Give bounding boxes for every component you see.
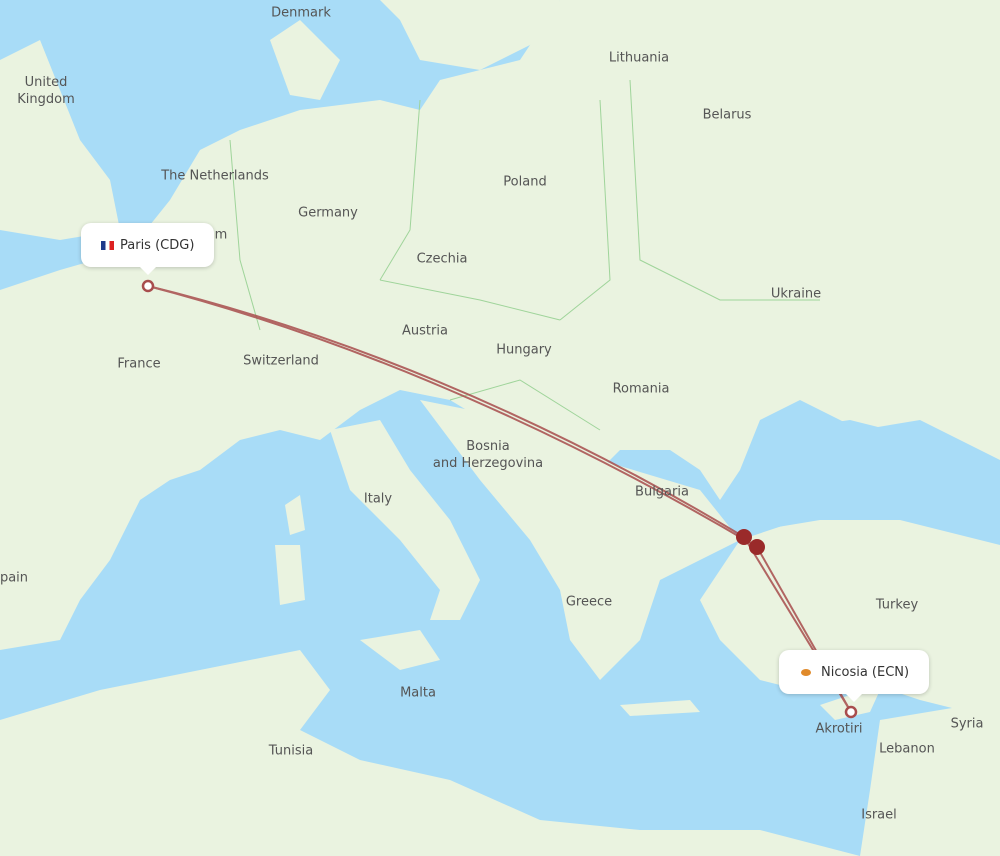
stop-marker[interactable] <box>736 529 752 545</box>
france-flag-icon <box>101 240 114 250</box>
label-turkey: Turkey <box>875 597 919 613</box>
label-poland: Poland <box>503 174 547 190</box>
label-united-kingdom: United Kingdom <box>17 75 75 107</box>
stop-marker[interactable] <box>749 539 765 555</box>
label-switzerland: Switzerland <box>243 353 319 369</box>
label-belgium-partial: m <box>214 227 228 243</box>
label-austria: Austria <box>402 323 448 339</box>
label-lithuania: Lithuania <box>608 50 670 66</box>
label-israel: Israel <box>861 807 897 823</box>
label-lebanon: Lebanon <box>879 741 935 757</box>
destination-tooltip[interactable]: Nicosia (ECN) <box>779 650 930 702</box>
label-france: France <box>117 356 161 372</box>
label-akrotiri: Akrotiri <box>815 721 863 737</box>
label-germany: Germany <box>298 205 358 221</box>
origin-pin[interactable] <box>141 279 155 293</box>
label-italy: Italy <box>363 491 393 507</box>
label-romania: Romania <box>612 381 670 397</box>
destination-pin[interactable] <box>844 705 858 719</box>
label-belarus: Belarus <box>702 107 752 123</box>
origin-label: Paris (CDG) <box>120 237 195 253</box>
label-bosnia: Bosnia and Herzegovina <box>432 439 544 471</box>
label-denmark: Denmark <box>271 5 331 21</box>
label-ukraine: Ukraine <box>770 286 822 302</box>
label-the-netherlands: The Netherlands <box>161 168 269 184</box>
label-tunisia: Tunisia <box>268 743 314 759</box>
label-bulgaria: Bulgaria <box>635 484 689 500</box>
origin-tooltip[interactable]: Paris (CDG) <box>81 223 215 275</box>
label-syria: Syria <box>950 716 984 732</box>
label-malta: Malta <box>400 685 436 701</box>
cyprus-flag-icon <box>801 668 811 676</box>
label-greece: Greece <box>565 594 613 610</box>
label-hungary: Hungary <box>496 342 552 358</box>
destination-label: Nicosia (ECN) <box>821 664 910 680</box>
label-spain: pain <box>0 570 29 586</box>
label-czechia: Czechia <box>416 251 468 267</box>
